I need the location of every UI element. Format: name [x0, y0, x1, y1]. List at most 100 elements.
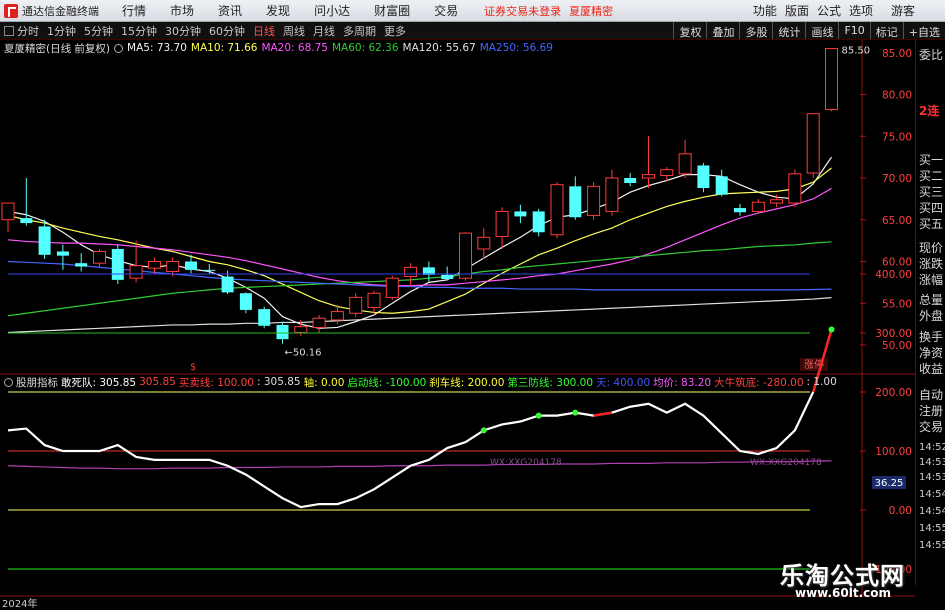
candle-body-down	[734, 208, 746, 213]
tab-monthly[interactable]: 月线	[313, 23, 335, 39]
trade-label[interactable]: 交易	[919, 418, 943, 435]
candle-body-down	[111, 248, 124, 280]
ind-legend-1: 305.85	[139, 376, 176, 388]
candle-body-up	[825, 48, 838, 111]
quote-buy4[interactable]: 买四	[919, 199, 943, 216]
legend-ma250: MA250: 56.69	[479, 42, 553, 54]
legend-ma20: MA20: 68.75	[261, 42, 328, 54]
quote-price: 现价	[919, 241, 944, 255]
indicator-legend: 股朋指标 敢死队: 305.85 305.85 买卖线: 100.00 : 30…	[0, 374, 837, 390]
tool-overlay[interactable]: 叠加	[706, 22, 739, 39]
ind-legend-11: : 1.00	[806, 376, 837, 388]
tab-60min[interactable]: 60分钟	[209, 23, 245, 39]
candle-body-up	[459, 232, 472, 279]
candle-body-up	[330, 311, 344, 321]
candle-body-up	[678, 153, 692, 175]
indicator-tick-label: 200.00	[875, 387, 912, 399]
quote-buy3[interactable]: 买三	[919, 183, 943, 200]
quote-net-assets: 净资	[919, 346, 944, 360]
tab-daily[interactable]: 日线	[253, 23, 275, 39]
legend-ma120: MA120: 55.67	[402, 42, 476, 54]
candle-body-down	[185, 261, 197, 270]
candle-body-down	[697, 165, 710, 189]
title-bar: 通达信金融终端 行情 市场 资讯 发现 问小达 财富圈 交易 证券交易未登录 夏厦…	[0, 0, 945, 22]
tool-layout[interactable]: 版面	[785, 2, 809, 19]
quote-turnover: 换手	[919, 330, 944, 344]
tool-options[interactable]: 选项	[849, 2, 873, 19]
tab-5min[interactable]: 5分钟	[84, 23, 113, 39]
candle-body-down	[569, 186, 582, 218]
chart-background	[0, 40, 915, 597]
settings-circle-icon[interactable]	[114, 43, 124, 53]
candle-body-down	[75, 263, 88, 267]
low-price-label: ←50.16	[285, 348, 322, 359]
indicator-signal-dot	[480, 427, 487, 434]
top-tools: 功能 版面 公式 选项 游客	[745, 2, 945, 19]
tool-function[interactable]: 功能	[753, 2, 777, 19]
ind-legend-7: 第三防线: 300.00	[507, 376, 594, 389]
site-url-watermark: www.60lt.com	[795, 586, 892, 600]
tool-stats[interactable]: 统计	[772, 22, 805, 39]
tool-formula[interactable]: 公式	[817, 2, 841, 19]
window-toggle-icon[interactable]	[4, 25, 14, 36]
tick-time: 14:52	[919, 442, 945, 453]
tool-mark[interactable]: 标记	[869, 22, 903, 39]
price-tick-label: 60.00	[882, 257, 912, 269]
quote-buy5[interactable]: 买五	[919, 215, 943, 232]
quote-volume: 总量	[919, 293, 944, 307]
candle-body-up	[1, 202, 15, 221]
ind-legend-9: 均价: 83.20	[653, 376, 712, 389]
ind-legend-6: 刹车线: 200.00	[429, 376, 505, 389]
candle-body-down	[221, 276, 234, 293]
auto-label[interactable]: 自动	[919, 386, 943, 403]
tool-adjust[interactable]: 复权	[673, 22, 706, 39]
signal-marker: $	[190, 362, 196, 373]
quote-buy2[interactable]: 买二	[919, 167, 943, 184]
candle-body-up	[367, 292, 381, 308]
login-warning[interactable]: 证券交易未登录 夏厦精密	[484, 3, 613, 19]
register-label[interactable]: 注册	[919, 402, 943, 419]
candle-body-down	[20, 218, 33, 224]
kline-chart[interactable]: 50.00 55.00 60.00 65.00 70.00 75.00 80.00 85.00…	[0, 40, 915, 597]
quote-side-panel: 委比 2连 买一 买二 买三 买四 买五 现价 涨跌 涨幅 总量 外盘 换手 净…	[915, 40, 945, 585]
period-toolbar: 分时 1分钟 5分钟 15分钟 30分钟 60分钟 日线 周线 月线 多周期 更…	[0, 22, 945, 40]
menu-item-market[interactable]: 市场	[170, 2, 194, 19]
candle-body-down	[514, 211, 527, 217]
tab-30min[interactable]: 30分钟	[165, 23, 201, 39]
tab-weekly[interactable]: 周线	[283, 23, 305, 39]
tab-1min[interactable]: 1分钟	[47, 23, 76, 39]
tab-more[interactable]: 更多	[384, 23, 406, 39]
menu-item-discover[interactable]: 发现	[266, 2, 290, 19]
price-tick-label: 55.00	[882, 298, 912, 310]
ind-legend-2: 买卖线: 100.00	[178, 376, 254, 389]
quote-buy1[interactable]: 买一	[919, 151, 943, 168]
candle-body-up	[495, 210, 509, 237]
quote-earnings: 收益	[919, 362, 944, 376]
tab-intraday[interactable]: 分时	[17, 23, 39, 39]
tab-15min[interactable]: 15分钟	[121, 23, 157, 39]
tool-add-watchlist[interactable]: +自选	[902, 22, 945, 39]
quote-change: 涨跌	[919, 257, 944, 271]
year-label: 2024年	[2, 599, 38, 610]
candle-body-down	[239, 293, 252, 310]
legend-ma5: MA5: 73.70	[127, 42, 187, 54]
tool-draw[interactable]: 画线	[805, 22, 838, 39]
indicator-settings-icon[interactable]	[4, 377, 13, 387]
menu-item-trade[interactable]: 交易	[434, 2, 458, 19]
price-tick-label: 85.00	[882, 48, 912, 60]
tab-multi-period[interactable]: 多周期	[343, 23, 376, 39]
candle-body-up	[605, 177, 619, 212]
menu-item-news[interactable]: 资讯	[218, 2, 242, 19]
tool-f10[interactable]: F10	[838, 22, 869, 39]
menu-item-wealth[interactable]: 财富圈	[374, 2, 410, 19]
menu-item-quotes[interactable]: 行情	[122, 2, 146, 19]
ind-legend-0: 敢死队: 305.85	[61, 376, 137, 389]
entrust-ratio-label[interactable]: 委比	[919, 46, 943, 63]
indicator-name: 股朋指标	[16, 376, 58, 389]
candle-body-up	[385, 277, 399, 298]
tick-time: 14:55	[919, 540, 945, 551]
indicator-signal-dot	[572, 409, 579, 416]
tool-multi-stock[interactable]: 多股	[739, 22, 772, 39]
guest-user[interactable]: 游客	[891, 2, 915, 19]
menu-item-ask[interactable]: 问小达	[314, 2, 350, 19]
